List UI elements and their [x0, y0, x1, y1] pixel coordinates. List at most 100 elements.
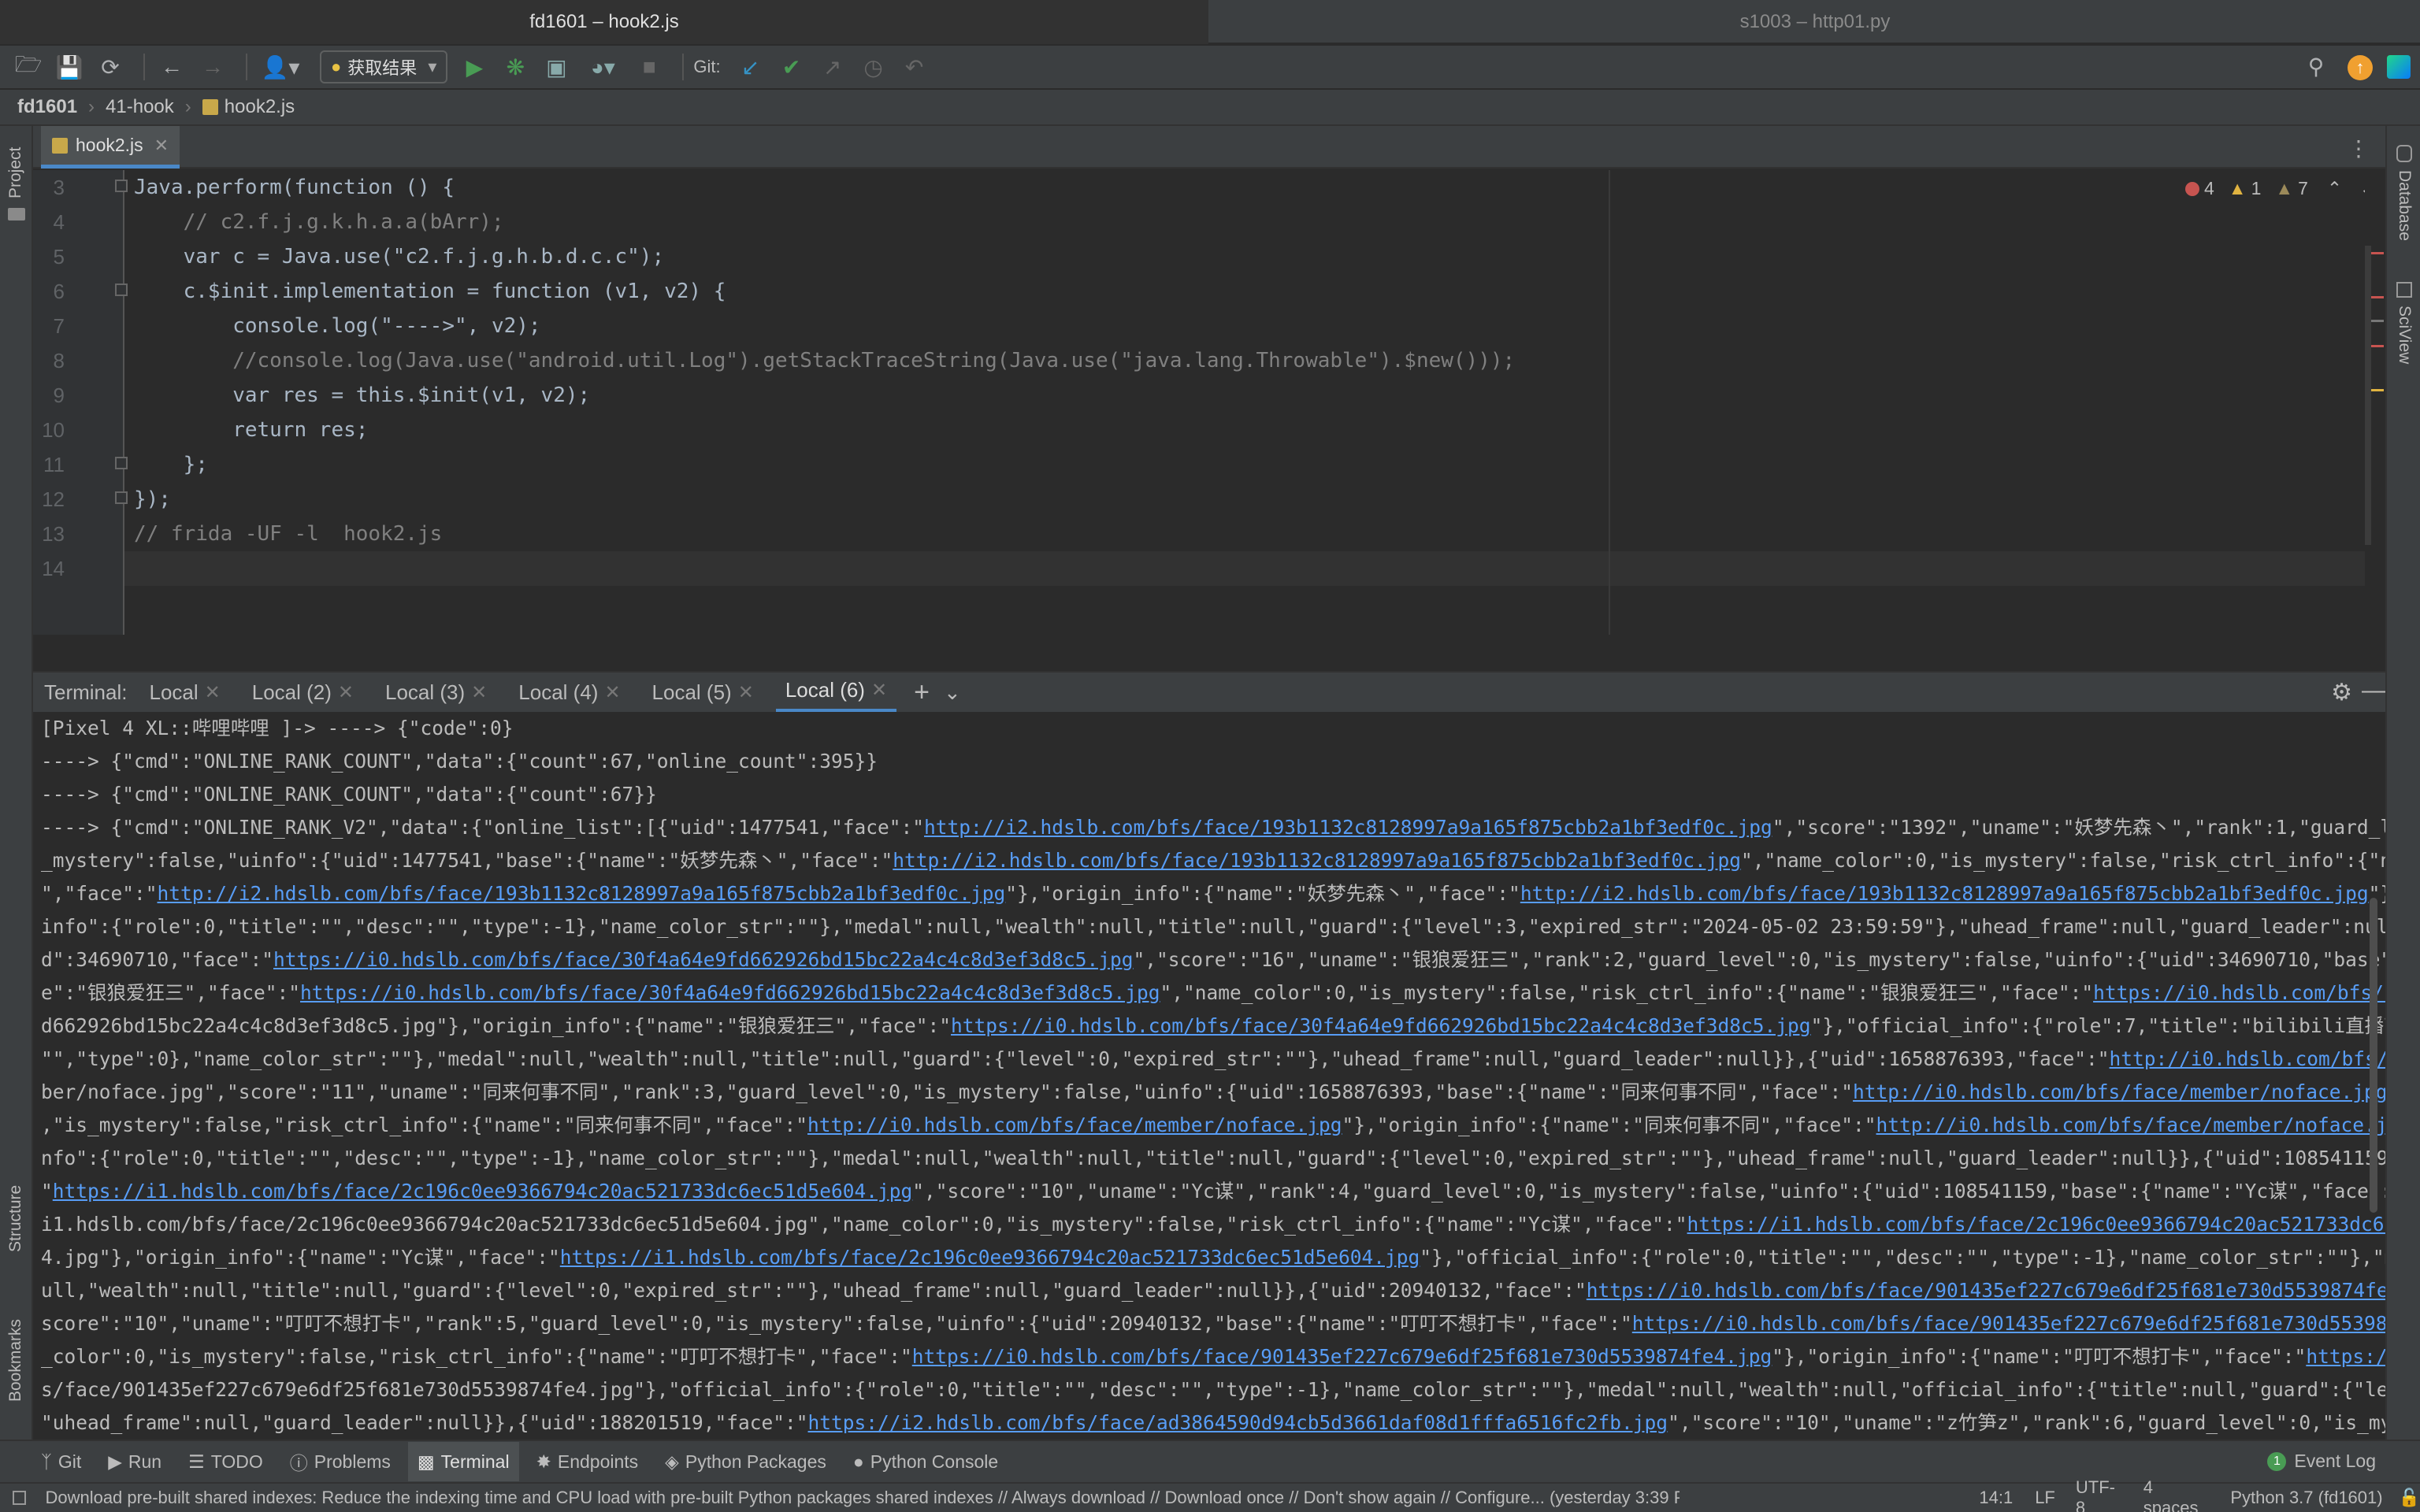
other-window-title[interactable]: s1003 – http01.py [1210, 0, 2420, 44]
update-icon[interactable]: ↑ [2348, 55, 2373, 80]
editor-tab-hook2[interactable]: hook2.js ✕ [41, 126, 180, 169]
terminal-tab-local-3[interactable]: Local (3) ✕ [376, 672, 496, 713]
fold-icon[interactable] [115, 180, 128, 192]
tool-tab-label: Python Packages [685, 1451, 826, 1472]
terminal-link[interactable]: https://i1.hdslb.com/bfs/face/2c196c0ee9… [1687, 1213, 2385, 1236]
terminal-line: [Pixel 4 XL::哔哩哔哩 ]-> ----> {"code":0} [41, 717, 514, 739]
back-arrow-icon[interactable]: ← [154, 50, 189, 84]
debug-icon[interactable]: ❋ [498, 50, 533, 84]
terminal-link[interactable]: http://i2.hdslb.com/bfs/face/193b1132c81… [893, 849, 1741, 872]
todo-tool-tab[interactable]: ☰ TODO [179, 1442, 273, 1481]
breadcrumb-file[interactable]: hook2.js [225, 96, 295, 118]
file-encoding[interactable]: UTF-8 [2076, 1477, 2123, 1512]
inspection-widget[interactable]: 4 ▲ 1 ▲ 7 ⌃ ⌄ [2185, 178, 2374, 199]
terminal-link[interactable]: https://i0.hdslb.com/bfs/face/ [2093, 981, 2385, 1004]
active-window-title[interactable]: fd1601 – hook2.js [0, 0, 1208, 44]
event-log-button[interactable]: 1 Event Log [2267, 1451, 2376, 1472]
close-icon[interactable]: ✕ [871, 679, 887, 702]
run-configuration-select[interactable]: ● 获取结果 ▾ [320, 50, 448, 83]
terminal-link[interactable]: https://i0.hdslb.com/bfs/face/901435ef22… [912, 1345, 1772, 1368]
sciview-tool-window-button[interactable]: SciView [2395, 306, 2414, 364]
history-icon[interactable]: ◷ [856, 50, 891, 84]
git-tool-tab[interactable]: ᛉ Git [32, 1442, 91, 1481]
terminal-tab-local-5[interactable]: Local (5) ✕ [643, 672, 763, 713]
structure-tool-window-button[interactable]: Structure [6, 1185, 25, 1252]
sync-icon[interactable]: ⟳ [93, 50, 128, 84]
terminal-link[interactable]: http://i0.hdslb.com/bfs/face/mem [2110, 1047, 2385, 1070]
endpoints-tool-tab[interactable]: ✸ Endpoints [527, 1442, 648, 1481]
breadcrumb-project[interactable]: fd1601 [17, 96, 77, 118]
terminal-link[interactable]: http://i0.hdslb.com/bfs/face/member/nofa… [1853, 1080, 2385, 1103]
status-message[interactable]: Download pre-built shared indexes: Reduc… [45, 1488, 1680, 1508]
terminal-link[interactable]: https://i0.hdslb.com/bfs/face/30f4a64e9f… [273, 948, 1134, 971]
git-commit-icon[interactable]: ✔ [774, 50, 809, 84]
close-icon[interactable]: ✕ [471, 681, 487, 704]
terminal-link[interactable]: https://i0.hdslb.com/bfs/face/901435ef22… [1587, 1279, 2385, 1302]
error-count: 4 [2204, 178, 2214, 198]
chevron-down-icon[interactable]: ⌄ [944, 680, 961, 705]
terminal-tab-local-4[interactable]: Local (4) ✕ [509, 672, 629, 713]
terminal-link[interactable]: https://i0.hdslb.com/bfs/face/30f4a64e9f… [300, 981, 1160, 1004]
open-folder-icon[interactable]: 🗁 [11, 50, 46, 84]
terminal-link[interactable]: https://i0. [2306, 1345, 2385, 1368]
close-icon[interactable]: ✕ [738, 681, 754, 704]
fold-icon[interactable] [115, 457, 128, 469]
caret-position[interactable]: 14:1 [1979, 1488, 2013, 1508]
terminal-link[interactable]: http://i2.hdslb.com/bfs/face/193b1132c81… [924, 816, 1772, 839]
previous-problem-icon[interactable]: ⌃ [2327, 178, 2342, 199]
terminal-scrollbar[interactable] [2370, 898, 2377, 1213]
problems-icon: ⓘ [289, 1453, 308, 1473]
terminal-link[interactable]: http://i2.hdslb.com/bfs/face/193b1132c81… [1520, 882, 2369, 905]
minimize-icon[interactable]: — [2362, 677, 2385, 704]
terminal-link[interactable]: https://i2.hdslb.com/bfs/face/ad3864590d… [808, 1411, 1668, 1434]
git-push-icon[interactable]: ↗ [815, 50, 850, 84]
terminal-link[interactable]: https://i1.hdslb.com/bfs/face/2c196c0ee9… [53, 1180, 913, 1203]
terminal-output[interactable]: [Pixel 4 XL::哔哩哔哩 ]-> ----> {"code":0} --… [33, 712, 2385, 1440]
close-icon[interactable]: ✕ [154, 135, 169, 156]
gear-icon[interactable]: ⚙ [2331, 679, 2352, 706]
git-update-icon[interactable]: ↙ [733, 50, 768, 84]
stop-icon[interactable]: ■ [632, 50, 666, 84]
breadcrumb-folder[interactable]: 41-hook [106, 96, 174, 118]
jetbrains-toolbox-icon[interactable] [2387, 55, 2411, 79]
problems-tool-tab[interactable]: ⓘ Problems [280, 1442, 400, 1481]
profile-icon[interactable]: ◕▾ [580, 50, 625, 84]
indent-setting[interactable]: 4 spaces [2143, 1477, 2210, 1512]
line-separator[interactable]: LF [2035, 1488, 2055, 1508]
terminal-link[interactable]: https://i1.hdslb.com/bfs/face/2c196c0ee9… [560, 1246, 1420, 1269]
run-icon[interactable]: ▶ [457, 50, 492, 84]
coverage-icon[interactable]: ▣ [539, 50, 573, 84]
status-toggle-icon[interactable] [13, 1491, 27, 1505]
terminal-tab-local[interactable]: Local ✕ [139, 672, 229, 713]
fold-icon[interactable] [115, 284, 128, 296]
close-icon[interactable]: ✕ [338, 681, 354, 704]
user-icon[interactable]: 👤▾ [257, 50, 304, 84]
search-icon[interactable]: ⚲ [2299, 49, 2333, 83]
python-interpreter[interactable]: Python 3.7 (fd1601) [2230, 1488, 2382, 1508]
forward-arrow-icon[interactable]: → [195, 50, 230, 84]
close-icon[interactable]: ✕ [205, 681, 221, 704]
python-packages-tool-tab[interactable]: ◈ Python Packages [655, 1442, 836, 1481]
terminal-tab-local-2[interactable]: Local (2) ✕ [243, 672, 363, 713]
revert-icon[interactable]: ↶ [897, 50, 932, 84]
python-console-tool-tab[interactable]: ● Python Console [844, 1442, 1008, 1481]
terminal-link[interactable]: https://i0.hdslb.com/bfs/face/30f4a64e9f… [951, 1014, 1811, 1037]
lock-icon[interactable]: 🔓 [2399, 1488, 2420, 1508]
run-tool-tab[interactable]: ▶ Run [98, 1442, 171, 1481]
close-icon[interactable]: ✕ [604, 681, 620, 704]
fold-icon[interactable] [115, 491, 128, 504]
terminal-line: s/face/901435ef227c679e6df25f681e730d553… [41, 1378, 2385, 1401]
terminal-tool-tab[interactable]: ▩ Terminal [407, 1442, 519, 1481]
new-terminal-icon[interactable]: + [914, 677, 930, 708]
bookmarks-tool-window-button[interactable]: Bookmarks [6, 1319, 25, 1402]
terminal-link[interactable]: http://i0.hdslb.com/bfs/face/member/nofa… [1876, 1114, 2385, 1136]
save-icon[interactable]: 💾 [52, 50, 87, 84]
terminal-link[interactable]: http://i2.hdslb.com/bfs/face/193b1132c81… [158, 882, 1006, 905]
database-tool-window-button[interactable]: Database [2395, 170, 2414, 241]
terminal-link[interactable]: https://i0.hdslb.com/bfs/face/901435ef22… [1632, 1312, 2385, 1335]
project-tool-window-button[interactable]: Project [6, 147, 25, 198]
more-tabs-icon[interactable]: ⋮ [2348, 135, 2370, 161]
code-editor[interactable]: 3 4 5 6 7 8 9 10 11 12 13 14 Java.perfor… [33, 170, 2385, 635]
terminal-tab-local-6[interactable]: Local (6) ✕ [775, 672, 897, 713]
terminal-link[interactable]: http://i0.hdslb.com/bfs/face/member/nofa… [807, 1114, 1342, 1136]
